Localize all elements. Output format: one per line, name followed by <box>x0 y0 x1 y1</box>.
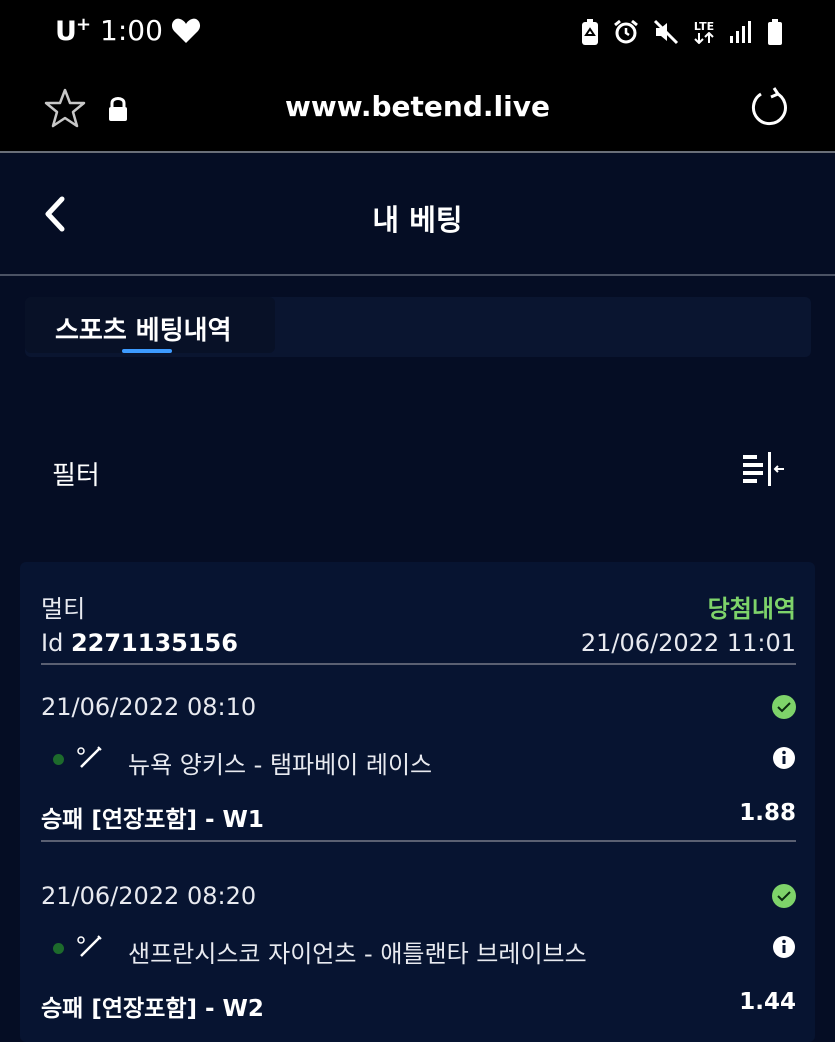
selection-match: 샌프란시스코 자이언츠 - 애틀랜타 브레이브스 <box>128 940 587 968</box>
selection-match: 뉴욕 양키스 - 탬파베이 레이스 <box>128 751 433 779</box>
bet-card[interactable]: 멀티 당첨내역 Id 2271135156 21/06/2022 11:01 2… <box>20 562 815 1042</box>
live-dot <box>53 943 64 954</box>
status-time: 1:00 <box>100 14 163 47</box>
status-icons: LTE <box>581 18 783 46</box>
url-text[interactable]: www.betend.live <box>0 90 835 123</box>
bet-status: 당첨내역 <box>707 595 796 623</box>
selection-odds: 1.88 <box>739 800 796 826</box>
tab-label: 스포츠 베팅내역 <box>55 316 232 346</box>
tab-active-indicator <box>122 349 172 353</box>
check-circle-icon <box>772 884 796 908</box>
filter-label[interactable]: 필터 <box>52 455 100 492</box>
heart-icon <box>171 18 200 43</box>
mute-icon <box>653 19 679 45</box>
browser-url-bar: www.betend.live <box>0 70 835 153</box>
battery-saver-icon <box>582 19 598 45</box>
info-icon[interactable] <box>772 935 796 959</box>
baseball-icon <box>77 935 102 957</box>
info-icon[interactable] <box>772 746 796 770</box>
bet-id: Id 2271135156 <box>41 629 238 657</box>
lte-indicator: LTE <box>693 21 715 44</box>
live-dot <box>53 754 64 765</box>
filter-collapse-icon[interactable] <box>742 451 786 489</box>
divider <box>41 663 796 665</box>
selection-market: 승패 [연장포함] - W2 <box>41 996 264 1022</box>
baseball-icon <box>77 746 102 768</box>
selection-time: 21/06/2022 08:20 <box>41 882 257 910</box>
battery-icon <box>768 19 782 45</box>
signal-icon <box>730 21 751 43</box>
tab-sports-bets[interactable]: 스포츠 베팅내역 <box>25 297 275 353</box>
bet-placed-date: 21/06/2022 11:01 <box>580 629 796 657</box>
selection-time: 21/06/2022 08:10 <box>41 693 257 721</box>
status-left: U+ 1:00 <box>55 14 201 47</box>
check-circle-icon <box>772 695 796 719</box>
tabs-bar: 스포츠 베팅내역 <box>25 297 811 357</box>
bet-type: 멀티 <box>41 595 86 623</box>
divider <box>41 840 796 842</box>
alarm-icon <box>614 19 638 44</box>
page-header: 내 베팅 <box>0 155 835 276</box>
selection-market: 승패 [연장포함] - W1 <box>41 807 264 833</box>
carrier-label: U+ <box>55 14 91 47</box>
reload-icon[interactable] <box>749 86 791 128</box>
status-bar: U+ 1:00 LTE <box>0 0 835 70</box>
page-title: 내 베팅 <box>372 203 463 237</box>
selection-odds: 1.44 <box>739 989 796 1015</box>
